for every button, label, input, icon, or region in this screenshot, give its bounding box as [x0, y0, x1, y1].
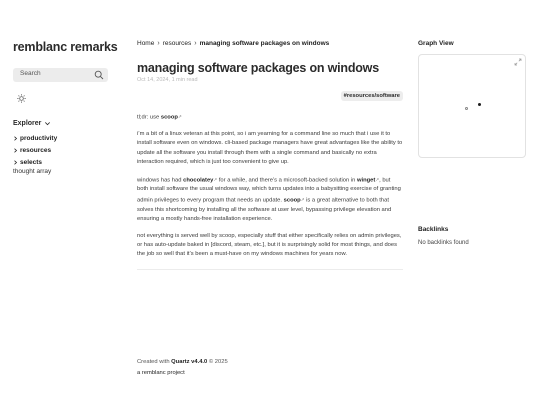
chevron-right-icon: [14, 148, 18, 153]
scoop-link-2[interactable]: scoop: [284, 197, 301, 203]
left-sidebar: remblanc remarks Search Explorer product…: [13, 40, 118, 179]
graph-node-current[interactable]: [478, 103, 481, 106]
graph-node[interactable]: [465, 107, 468, 110]
winget-link[interactable]: winget: [357, 177, 375, 183]
breadcrumb-home[interactable]: Home: [137, 40, 154, 47]
graph-view-heading: Graph View: [418, 40, 454, 47]
backlinks-empty: No backlinks found: [418, 240, 469, 246]
external-link-icon: ↗: [300, 196, 305, 202]
quartz-link[interactable]: Quartz v4.4.0: [171, 359, 207, 365]
right-sidebar: Graph View Backlinks No backlinks found: [418, 40, 526, 246]
chocolatey-link[interactable]: chocolatey: [183, 177, 213, 183]
expand-icon[interactable]: [514, 58, 522, 66]
chevron-right-icon: [14, 160, 18, 165]
search-icon: [94, 70, 104, 80]
footer: Created with Quartz v4.4.0 © 2025 a remb…: [137, 357, 228, 379]
external-link-icon: ↗: [213, 176, 218, 182]
sun-icon[interactable]: [17, 94, 26, 103]
site-title[interactable]: remblanc remarks: [13, 40, 118, 54]
paragraph-2: windows has had chocolatey↗ for a while,…: [137, 176, 401, 223]
main-content: Home › resources › managing software pac…: [137, 40, 403, 270]
footer-credit: Created with Quartz v4.4.0 © 2025: [137, 359, 228, 365]
external-link-icon: ↗: [177, 114, 182, 119]
breadcrumb: Home › resources › managing software pac…: [137, 40, 403, 47]
read-time: 1 min read: [171, 77, 198, 83]
breadcrumb-separator: ›: [157, 40, 160, 47]
content-divider: [137, 268, 403, 270]
file-thought-array[interactable]: thought array: [13, 168, 113, 179]
folder-productivity[interactable]: productivity: [13, 133, 113, 145]
scoop-link[interactable]: scoop: [161, 115, 178, 121]
folder-label: resources: [20, 147, 52, 155]
folder-selects[interactable]: selects: [13, 157, 113, 169]
folder-resources[interactable]: resources: [13, 145, 113, 157]
explorer-toggle[interactable]: Explorer: [13, 120, 113, 127]
breadcrumb-resources[interactable]: resources: [163, 40, 192, 47]
explorer-tree: productivity resources selects thought a…: [13, 133, 113, 179]
tag-link[interactable]: #resources/software: [340, 91, 403, 101]
explorer-heading: Explorer: [13, 120, 42, 127]
tldr-paragraph: tl;dr: use scoop↗: [137, 114, 182, 121]
article-date: Oct 14, 2024,: [137, 77, 171, 83]
search-label: Search: [20, 70, 41, 77]
breadcrumb-current: managing software packages on windows: [199, 40, 330, 47]
breadcrumb-separator: ›: [194, 40, 197, 47]
paragraph-3: not everything is served well by scoop, …: [137, 232, 402, 258]
chevron-down-icon: [45, 122, 51, 126]
page-title: managing software packages on windows: [137, 61, 379, 75]
paragraph-1: i’m a bit of a linux veteran at this poi…: [137, 130, 403, 166]
folder-label: productivity: [20, 135, 58, 143]
article-body: tl;dr: use scoop↗ i’m a bit of a linux v…: [137, 112, 403, 260]
graph-view[interactable]: [418, 54, 526, 158]
search-button[interactable]: Search: [13, 68, 108, 82]
folder-label: selects: [20, 158, 43, 166]
chevron-right-icon: [14, 136, 18, 142]
article-meta: Oct 14, 2024, 1 min read: [137, 77, 403, 83]
footer-project-link[interactable]: a remblanc project: [137, 368, 228, 379]
backlinks-heading: Backlinks: [418, 226, 449, 233]
